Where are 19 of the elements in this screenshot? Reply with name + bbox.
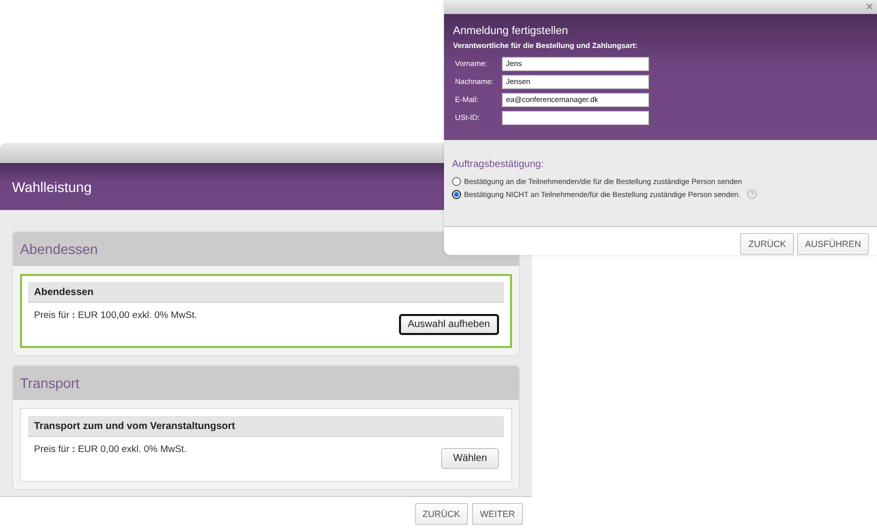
modal-button[interactable]: AUSFÜHREN <box>796 233 869 255</box>
select-button[interactable]: Auswahl aufheben <box>398 314 499 335</box>
price-text: Preis für : EUR 100,00 exkl. 0% MwSt. <box>34 310 198 321</box>
select-button[interactable]: Wählen <box>441 448 499 469</box>
option-name: Abendessen <box>34 286 94 298</box>
price-text: Preis für : EUR 0,00 exkl. 0% MwSt. <box>34 444 187 455</box>
input-field[interactable] <box>502 110 649 125</box>
radio-button[interactable] <box>452 190 461 199</box>
footer-button[interactable]: ZURÜCK <box>414 503 468 525</box>
section-title: Transport <box>20 375 80 391</box>
option-name: Transport zum und vom Veranstaltungsort <box>34 420 236 432</box>
modal-button[interactable]: ZURÜCK <box>740 233 794 255</box>
section-heading: Auftragsbestätigung: <box>452 158 545 170</box>
dialog-title: Wahlleistung <box>12 178 92 194</box>
section-title: Abendessen <box>20 241 98 257</box>
modal-title: Anmeldung fertigstellen <box>453 24 569 37</box>
footer-button[interactable]: WEITER <box>472 503 523 525</box>
close-icon[interactable] <box>866 3 873 10</box>
radio-button[interactable] <box>452 176 461 186</box>
